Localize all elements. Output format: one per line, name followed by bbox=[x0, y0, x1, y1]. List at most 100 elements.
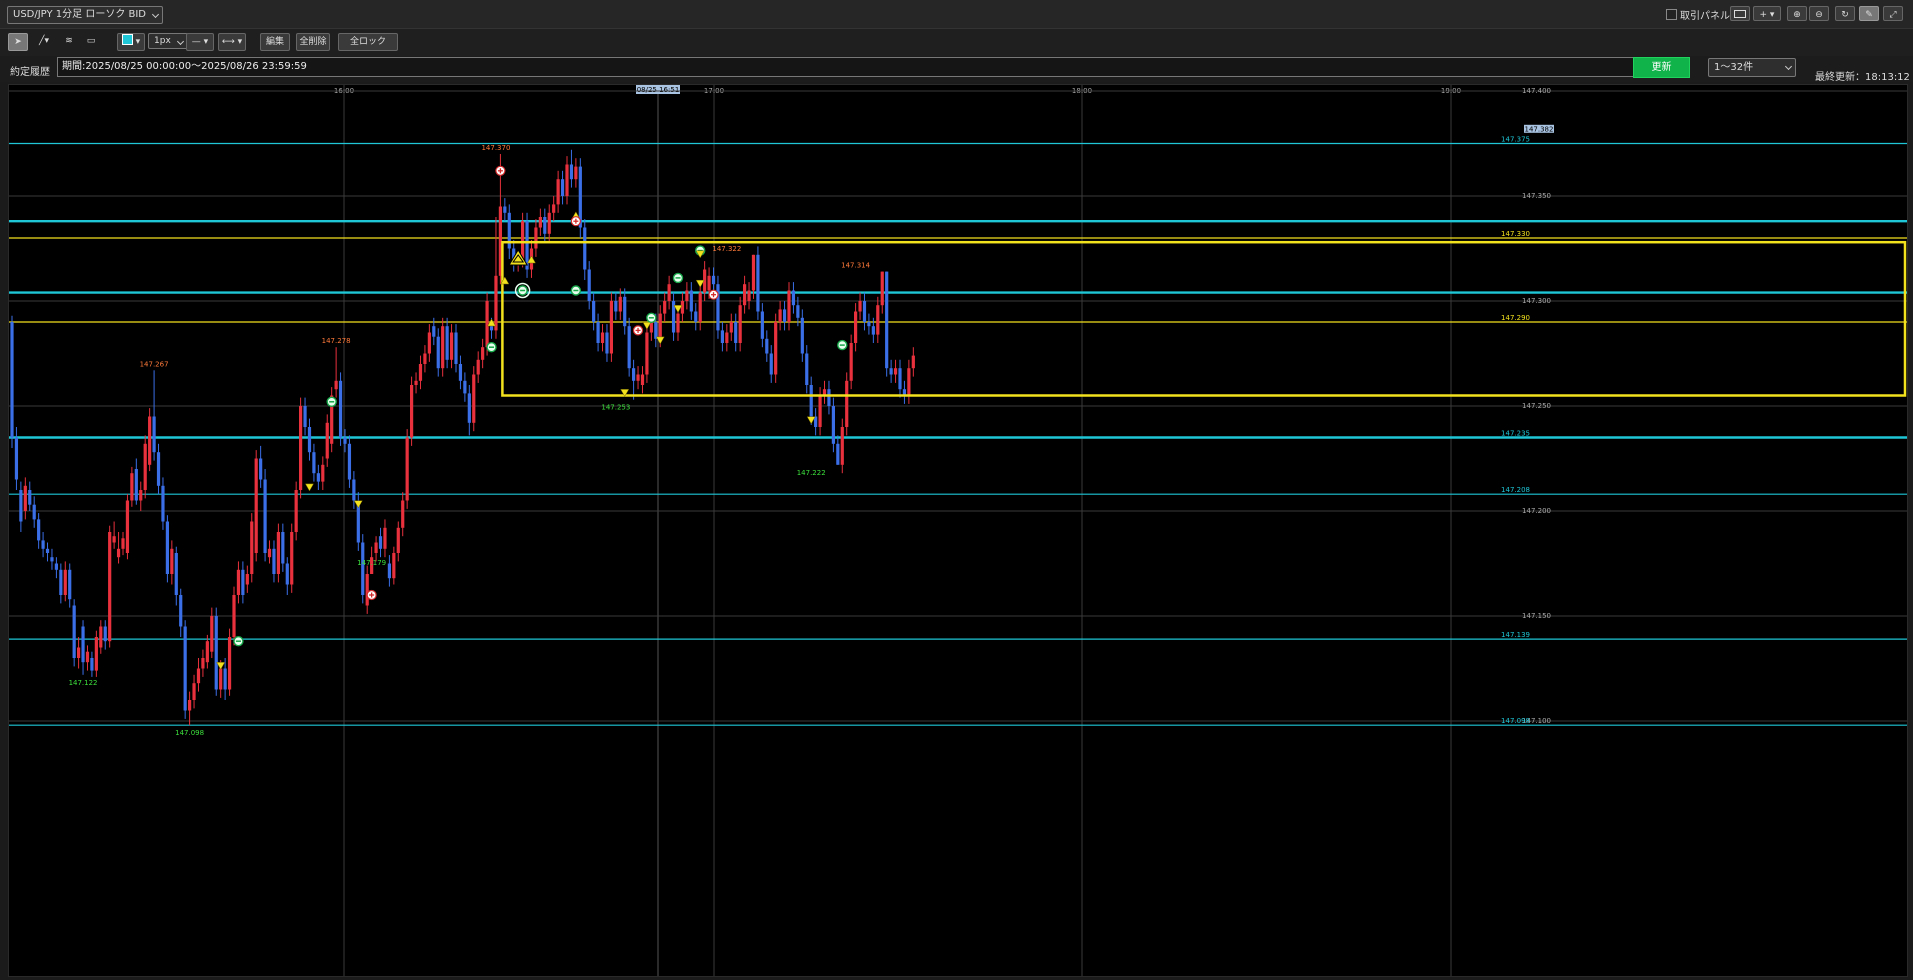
candle-body bbox=[560, 179, 565, 196]
edit-button[interactable]: 編集 bbox=[260, 33, 290, 51]
price-chart[interactable]: 16:00 17:00 18:00 19:00 08/25 16:51 147.400 14… bbox=[8, 84, 1908, 977]
candle-body bbox=[472, 374, 476, 423]
candle-body bbox=[325, 422, 329, 459]
pen-icon[interactable]: ✎ bbox=[1859, 6, 1879, 21]
candle-body bbox=[241, 569, 245, 595]
candle-body bbox=[818, 395, 822, 427]
candle-body bbox=[263, 479, 267, 553]
candle-body bbox=[840, 427, 844, 465]
candle-body bbox=[108, 532, 112, 642]
last-update-text: 最終更新：18:13:12 bbox=[1815, 72, 1910, 83]
zoom-out-icon[interactable]: ⊖ bbox=[1809, 6, 1829, 21]
chart-canvas[interactable]: 16:00 17:00 18:00 19:0008/25 16:51 147.40014… bbox=[9, 85, 1907, 976]
history-label: 約定履歴 bbox=[10, 67, 50, 78]
layout-icon[interactable] bbox=[1730, 6, 1750, 21]
crosshair-icon[interactable]: + ▾ bbox=[1753, 6, 1781, 21]
high-price-label: 147.278 bbox=[322, 337, 351, 345]
update-button[interactable]: 更新 bbox=[1633, 57, 1690, 78]
candle-body bbox=[387, 563, 391, 579]
delete-all-button[interactable]: 全削除 bbox=[296, 33, 330, 51]
sell-marker-icon bbox=[353, 500, 363, 509]
period-field[interactable]: 期間:2025/08/25 00:00:00〜2025/08/26 23:59:… bbox=[57, 57, 1635, 77]
candle-body bbox=[583, 227, 587, 270]
candle-body bbox=[880, 271, 884, 306]
cursor-time-label: 08/25 16:51 bbox=[637, 86, 680, 94]
color-picker[interactable]: ▾ bbox=[117, 33, 145, 51]
candle-body bbox=[876, 305, 880, 335]
lock-all-button[interactable]: 全ロック bbox=[338, 33, 398, 51]
candle-body bbox=[59, 569, 63, 595]
candle-body bbox=[503, 206, 507, 213]
line-end-select[interactable]: ⟷ ▾ bbox=[218, 33, 246, 51]
candle-body bbox=[800, 317, 804, 354]
candle-body bbox=[196, 668, 201, 684]
candle-body bbox=[192, 683, 196, 700]
trade-panel-label: 取引パネル bbox=[1680, 11, 1730, 22]
line-style-select[interactable]: — ▾ bbox=[186, 33, 214, 51]
candle-body bbox=[569, 164, 574, 180]
low-price-label: 147.253 bbox=[601, 404, 630, 412]
candle-body bbox=[72, 605, 76, 658]
candle-body bbox=[156, 452, 161, 486]
candle-body bbox=[125, 500, 130, 553]
candle-body bbox=[103, 626, 107, 642]
line-width-select[interactable]: 1px bbox=[148, 33, 188, 49]
candle-body bbox=[694, 311, 698, 322]
candle-body bbox=[223, 668, 227, 690]
candle-body bbox=[845, 380, 849, 427]
high-price-label: 147.370 bbox=[481, 144, 510, 152]
candle-body bbox=[636, 374, 640, 381]
candle-body bbox=[538, 217, 542, 228]
line-tool-icon[interactable]: ╱▾ bbox=[32, 33, 56, 51]
candle-body bbox=[94, 637, 98, 671]
trade-panel-checkbox[interactable] bbox=[1666, 9, 1677, 20]
candle-body bbox=[414, 380, 418, 385]
refresh-icon[interactable]: ↻ bbox=[1835, 6, 1855, 21]
zoom-in-icon[interactable]: ⊕ bbox=[1787, 6, 1807, 21]
candle-body bbox=[316, 473, 320, 482]
candle-body bbox=[689, 290, 693, 312]
expand-icon[interactable]: ⤢ bbox=[1883, 6, 1903, 21]
candle-body bbox=[769, 353, 773, 375]
candle-body bbox=[54, 563, 58, 570]
candle-body bbox=[481, 347, 485, 360]
candle-body bbox=[321, 464, 325, 482]
candle-body bbox=[885, 271, 889, 369]
horizontal-lines-layer: 147.375 147.330 147.290 147.235 147.208 147.1… bbox=[9, 136, 1907, 726]
candle-body bbox=[139, 490, 143, 501]
candle-body bbox=[889, 368, 893, 375]
candle-body bbox=[618, 296, 622, 312]
horizontal-line-label: 147.235 bbox=[1501, 430, 1530, 438]
sell-marker-icon bbox=[642, 321, 652, 330]
candle-body bbox=[134, 469, 138, 501]
candle-body bbox=[81, 626, 85, 663]
candle-body bbox=[627, 326, 631, 369]
candle-body bbox=[41, 540, 45, 549]
symbol-select[interactable]: USD/JPY 1分足 ローソク BID bbox=[7, 6, 164, 24]
candle-body bbox=[609, 301, 613, 354]
candle-body bbox=[334, 380, 338, 390]
candle-body bbox=[614, 301, 618, 312]
candle-body bbox=[867, 322, 871, 327]
candle-body bbox=[205, 641, 209, 663]
candle-body bbox=[907, 368, 911, 396]
candle-body bbox=[667, 284, 671, 301]
high-price-label: 147.314 bbox=[841, 262, 870, 270]
candle-body bbox=[445, 326, 449, 360]
candle-body bbox=[663, 301, 667, 314]
candle-body bbox=[299, 406, 303, 490]
candle-body bbox=[796, 305, 800, 318]
candle-body bbox=[467, 393, 471, 423]
candle-body bbox=[214, 616, 218, 690]
range-select[interactable]: 1〜32件 bbox=[1708, 58, 1796, 77]
y-tick-label: 147.150 bbox=[1522, 612, 1551, 620]
eraser-icon[interactable]: ▭ bbox=[82, 33, 100, 51]
trendline-tool-icon[interactable]: ≋ bbox=[60, 33, 78, 51]
candle-body bbox=[849, 343, 853, 381]
cursor-icon[interactable]: ➤ bbox=[8, 33, 28, 51]
horizontal-line-label: 147.375 bbox=[1501, 136, 1530, 144]
candle-body bbox=[227, 637, 232, 690]
candle-body bbox=[143, 443, 147, 490]
candle-body bbox=[556, 179, 560, 205]
candle-body bbox=[836, 443, 840, 465]
